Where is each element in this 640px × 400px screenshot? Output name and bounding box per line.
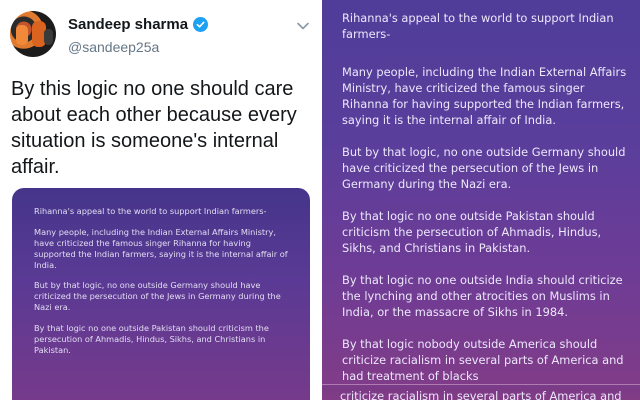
card-paragraph: But by that logic, no one outside German… [342, 145, 626, 191]
embedded-image[interactable]: Rihanna's appeal to the world to support… [12, 188, 310, 400]
card-paragraph: Rihanna's appeal to the world to support… [342, 11, 614, 41]
embed-paragraph: Many people, including the Indian Extern… [34, 226, 288, 270]
overlay-text: criticize racialism in several parts of … [340, 389, 622, 400]
card-paragraph: By that logic nobody outside America sho… [342, 337, 624, 383]
author-name[interactable]: Sandeep sharma [68, 16, 188, 33]
tweet-panel: Sandeep sharma @sandeep25a By this logic… [0, 0, 322, 400]
avatar[interactable] [10, 11, 56, 57]
text-card-screenshot: Rihanna's appeal to the world to support… [322, 0, 640, 400]
card-overlay-line: criticize racialism in several parts of … [322, 384, 640, 400]
card-paragraph: By that logic no one outside Pakistan sh… [342, 209, 602, 255]
verified-badge-icon [193, 17, 209, 32]
author-name-row: Sandeep sharma [68, 16, 209, 33]
card-paragraph: Many people, including the Indian Extern… [342, 65, 627, 127]
chevron-down-icon[interactable] [296, 18, 310, 36]
author-handle[interactable]: @sandeep25a [68, 39, 159, 55]
embed-paragraph: Rihanna's appeal to the world to support… [34, 206, 267, 216]
tweet-text: By this logic no one should care about e… [11, 78, 297, 178]
embed-paragraph: By that logic no one outside Pakistan sh… [34, 322, 269, 355]
embed-paragraph: But by that logic, no one outside German… [34, 280, 281, 312]
card-paragraph: By that logic no one outside India shoul… [342, 273, 623, 319]
